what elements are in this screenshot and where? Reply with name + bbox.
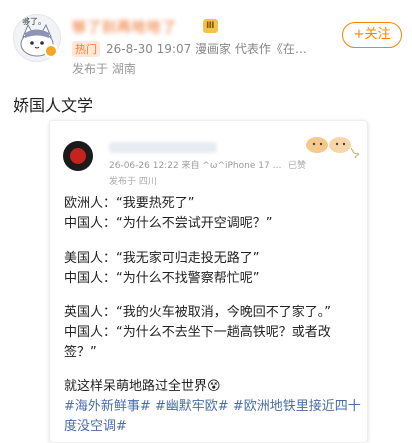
post-header: 够了。 够了别再哈哈了 Ⅲ 热门 26-8-30 19:07 漫画家 代表作《在…… (0, 0, 412, 80)
dialog-line: 美国人：“我无家可归走投无路了” (64, 251, 260, 266)
card-posted-from: 发布于 四川 (109, 177, 157, 187)
cat-sticker-icon (306, 137, 359, 158)
posted-from: 发布于 湖南 (72, 62, 136, 76)
hot-tag: 热门 (72, 41, 100, 57)
dialog-line: 签？” (64, 345, 97, 360)
liked-status[interactable]: 已赞 (288, 158, 306, 171)
hashtag-line[interactable]: 度没空调# (64, 417, 127, 437)
card-meta: 26-06-26 12:22 来自 ^ω^iPhone 17 … (109, 161, 282, 171)
hashtag-line[interactable]: #海外新鲜事# #幽默牢欧# #欧洲地铁里接近四十 (64, 397, 361, 417)
dialog-line: 欧洲人：“我要热死了” (64, 196, 195, 211)
closing-line: 就这样呆萌地路过全世界😵 (64, 379, 221, 394)
dialog-line: 英国人：“我的火车被取消，今晚回不了家了。” (64, 305, 331, 320)
verified-dot-icon (44, 44, 58, 58)
dialog-line: 中国人：“为什么不去坐下一趟高铁呢？或者改 (64, 325, 331, 340)
avatar-emblem (70, 148, 86, 164)
dialog-line: 中国人：“为什么不找警察帮忙呢” (64, 271, 260, 286)
card-author-avatar[interactable] (63, 141, 93, 171)
post-meta-text: 26-8-30 19:07 漫画家 代表作《在… (106, 42, 307, 56)
reposted-card: 26-06-26 12:22 来自 ^ω^iPhone 17 … 发布于 四川 … (49, 120, 368, 443)
card-author-username[interactable] (109, 142, 217, 153)
post-title: 娇国人文学 (13, 96, 94, 115)
level-badge: Ⅲ (203, 19, 218, 33)
dialog-line: 中国人：“为什么不尝试开空调呢？” (64, 216, 273, 231)
follow-button[interactable]: +关注 (342, 22, 402, 48)
author-username[interactable]: 够了别再哈哈了 (72, 17, 177, 37)
post-meta: 热门 26-8-30 19:07 漫画家 代表作《在… (72, 40, 307, 57)
